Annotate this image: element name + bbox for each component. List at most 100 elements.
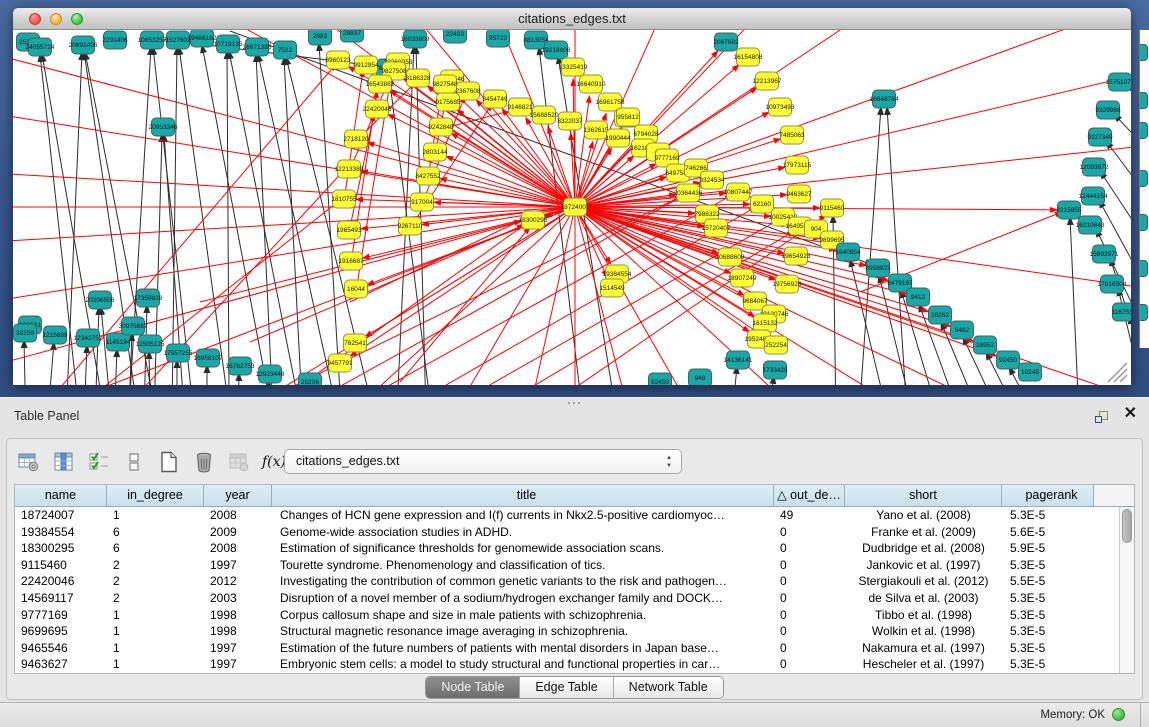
network-node[interactable]: 1965493 xyxy=(336,221,362,239)
network-node[interactable]: 1514549 xyxy=(599,279,625,297)
network-node[interactable]: 8454749 xyxy=(482,90,508,108)
network-node[interactable]: 95723 xyxy=(487,30,510,47)
network-node[interactable]: 20206506 xyxy=(86,291,115,309)
network-node[interactable]: 16671385 xyxy=(243,38,272,56)
network-node[interactable]: 9227349 xyxy=(1087,128,1113,146)
table-scrollbar[interactable] xyxy=(1119,507,1134,673)
table-row[interactable]: 977716911998Corpus callosum shape and si… xyxy=(15,607,1134,624)
network-node[interactable]: 12923448 xyxy=(256,365,285,383)
network-node[interactable]: 9242848 xyxy=(428,118,454,136)
network-node[interactable]: 10973493 xyxy=(766,98,795,116)
network-node[interactable]: 19466162 xyxy=(188,30,217,47)
network-node[interactable]: 9912954 xyxy=(353,56,379,74)
network-node[interactable]: 1810755 xyxy=(331,190,357,208)
network-node[interactable]: 9115460 xyxy=(820,199,845,217)
network-node[interactable]: 7512 xyxy=(274,41,297,59)
network-node[interactable]: 92450 xyxy=(997,351,1020,369)
network-node[interactable]: 12505125 xyxy=(136,335,165,353)
network-node[interactable]: 9462 xyxy=(951,321,974,339)
network-node[interactable]: 10719135 xyxy=(214,35,243,53)
network-node[interactable]: 2718120 xyxy=(343,130,369,148)
network-node[interactable]: 1640954 xyxy=(835,243,861,261)
network-node[interactable]: 16958107 xyxy=(194,349,223,367)
network-node[interactable]: 20053346 xyxy=(149,118,178,136)
network-node[interactable]: 17973115 xyxy=(783,156,812,174)
network-node[interactable]: 28837 xyxy=(341,30,364,42)
network-node[interactable]: 16154808 xyxy=(734,48,763,66)
table-row[interactable]: 946554611997Estimation of the future num… xyxy=(15,640,1134,657)
network-node[interactable]: 1990444 xyxy=(605,129,631,147)
network-node[interactable]: 9267110 xyxy=(398,217,423,235)
network-node[interactable]: 17359928 xyxy=(134,289,163,307)
table-selector-dropdown[interactable]: citations_edges.txt ▲▼ xyxy=(284,449,682,474)
network-node[interactable]: 12444154 xyxy=(1079,187,1108,205)
network-node[interactable]: 1145194 xyxy=(106,333,131,351)
network-node[interactable]: 12093872 xyxy=(1080,158,1109,176)
network-node[interactable]: 19218906 xyxy=(542,41,571,59)
column-header-in_degree[interactable]: in_degree xyxy=(107,485,204,507)
network-node[interactable]: 16044 xyxy=(345,280,368,298)
network-node[interactable]: 9457791 xyxy=(327,354,353,372)
table-row[interactable]: 911546021997Tourette syndrome. Phenomeno… xyxy=(15,557,1134,574)
network-node[interactable]: 24055724 xyxy=(26,38,55,56)
network-node[interactable]: 8958923 xyxy=(865,259,891,277)
network-node[interactable]: 1916687 xyxy=(338,252,364,270)
network-node[interactable]: 13325419 xyxy=(559,58,588,76)
new-table-icon[interactable] xyxy=(157,450,181,474)
network-view-window[interactable]: citations_edges.txt 25303240557242069140… xyxy=(13,8,1131,385)
network-node[interactable]: 1215689 xyxy=(42,326,68,344)
splitter-grip-icon[interactable] xyxy=(566,400,582,406)
network-node[interactable]: 62160 xyxy=(751,195,774,213)
network-node[interactable]: 19654923 xyxy=(782,247,811,265)
network-node[interactable]: 10245 xyxy=(1019,363,1042,381)
close-icon[interactable]: ✕ xyxy=(1124,406,1137,422)
network-node[interactable]: 92450 xyxy=(649,373,672,385)
network-node[interactable]: 16033809 xyxy=(401,30,430,48)
network-window-titlebar[interactable]: citations_edges.txt xyxy=(13,8,1131,30)
tab-edge-table[interactable]: Edge Table xyxy=(520,677,613,698)
network-node[interactable]: 1167534 xyxy=(1112,303,1131,321)
function-builder-icon[interactable]: f(x) xyxy=(262,450,286,474)
network-node[interactable]: 16952 xyxy=(974,336,997,354)
float-window-icon[interactable] xyxy=(1095,410,1111,426)
table-row[interactable]: 1938455462009Genome-wide association stu… xyxy=(15,524,1134,541)
network-node[interactable]: 8427552 xyxy=(415,167,441,185)
network-node[interactable]: 16782753 xyxy=(226,357,255,375)
table-row[interactable]: 1456911722003Disruption of a novel membe… xyxy=(15,590,1134,607)
table-row[interactable]: 1830029562008Estimation of significance … xyxy=(15,540,1134,557)
network-node[interactable]: 14136141 xyxy=(724,351,753,369)
network-node[interactable]: 2087682 xyxy=(713,33,739,51)
network-node[interactable]: 1733426 xyxy=(762,361,788,379)
resize-grip-icon[interactable] xyxy=(1108,363,1127,382)
network-node[interactable]: 20364436 xyxy=(674,184,703,202)
network-node[interactable]: 18724007 xyxy=(561,198,590,216)
network-node[interactable]: 762541 xyxy=(344,334,367,352)
network-node[interactable]: 12342757 xyxy=(74,329,103,347)
tab-node-table[interactable]: Node Table xyxy=(426,677,520,698)
table-row[interactable]: 946362711997Embryonic stem cells: a mode… xyxy=(15,656,1134,673)
table-scrollbar-thumb[interactable] xyxy=(1122,509,1132,543)
column-header-short[interactable]: short xyxy=(845,485,1002,507)
network-canvas-svg[interactable]: 2530324055724206914062291406106532571527… xyxy=(13,30,1131,385)
network-node[interactable]: 8186328 xyxy=(405,69,431,87)
column-header-year[interactable]: year xyxy=(204,485,272,507)
network-node[interactable]: 9324534 xyxy=(699,171,725,189)
network-node[interactable]: 16648784 xyxy=(870,90,899,108)
network-node[interactable]: 7485063 xyxy=(779,126,805,144)
row-height-icon[interactable] xyxy=(122,450,146,474)
network-node[interactable]: 17016504 xyxy=(1098,275,1127,293)
network-node[interactable]: 252254 xyxy=(765,336,788,354)
network-node[interactable]: 18262 xyxy=(929,306,952,324)
delete-table-icon[interactable] xyxy=(192,450,216,474)
network-node[interactable]: 9827548 xyxy=(432,75,458,93)
network-node[interactable]: 1615132 xyxy=(752,314,778,332)
network-node[interactable]: 15688520 xyxy=(530,106,559,124)
network-node[interactable]: 15692971 xyxy=(1090,245,1119,263)
network-node[interactable]: 20206 xyxy=(299,373,322,385)
network-node[interactable]: 16543882 xyxy=(366,75,395,93)
show-column-icon[interactable] xyxy=(52,450,76,474)
select-all-icon[interactable] xyxy=(87,450,111,474)
table-settings-icon[interactable] xyxy=(17,450,41,474)
table-row[interactable]: 969969511998Structural magnetic resonanc… xyxy=(15,623,1134,640)
network-node[interactable]: 917004 xyxy=(411,193,434,211)
